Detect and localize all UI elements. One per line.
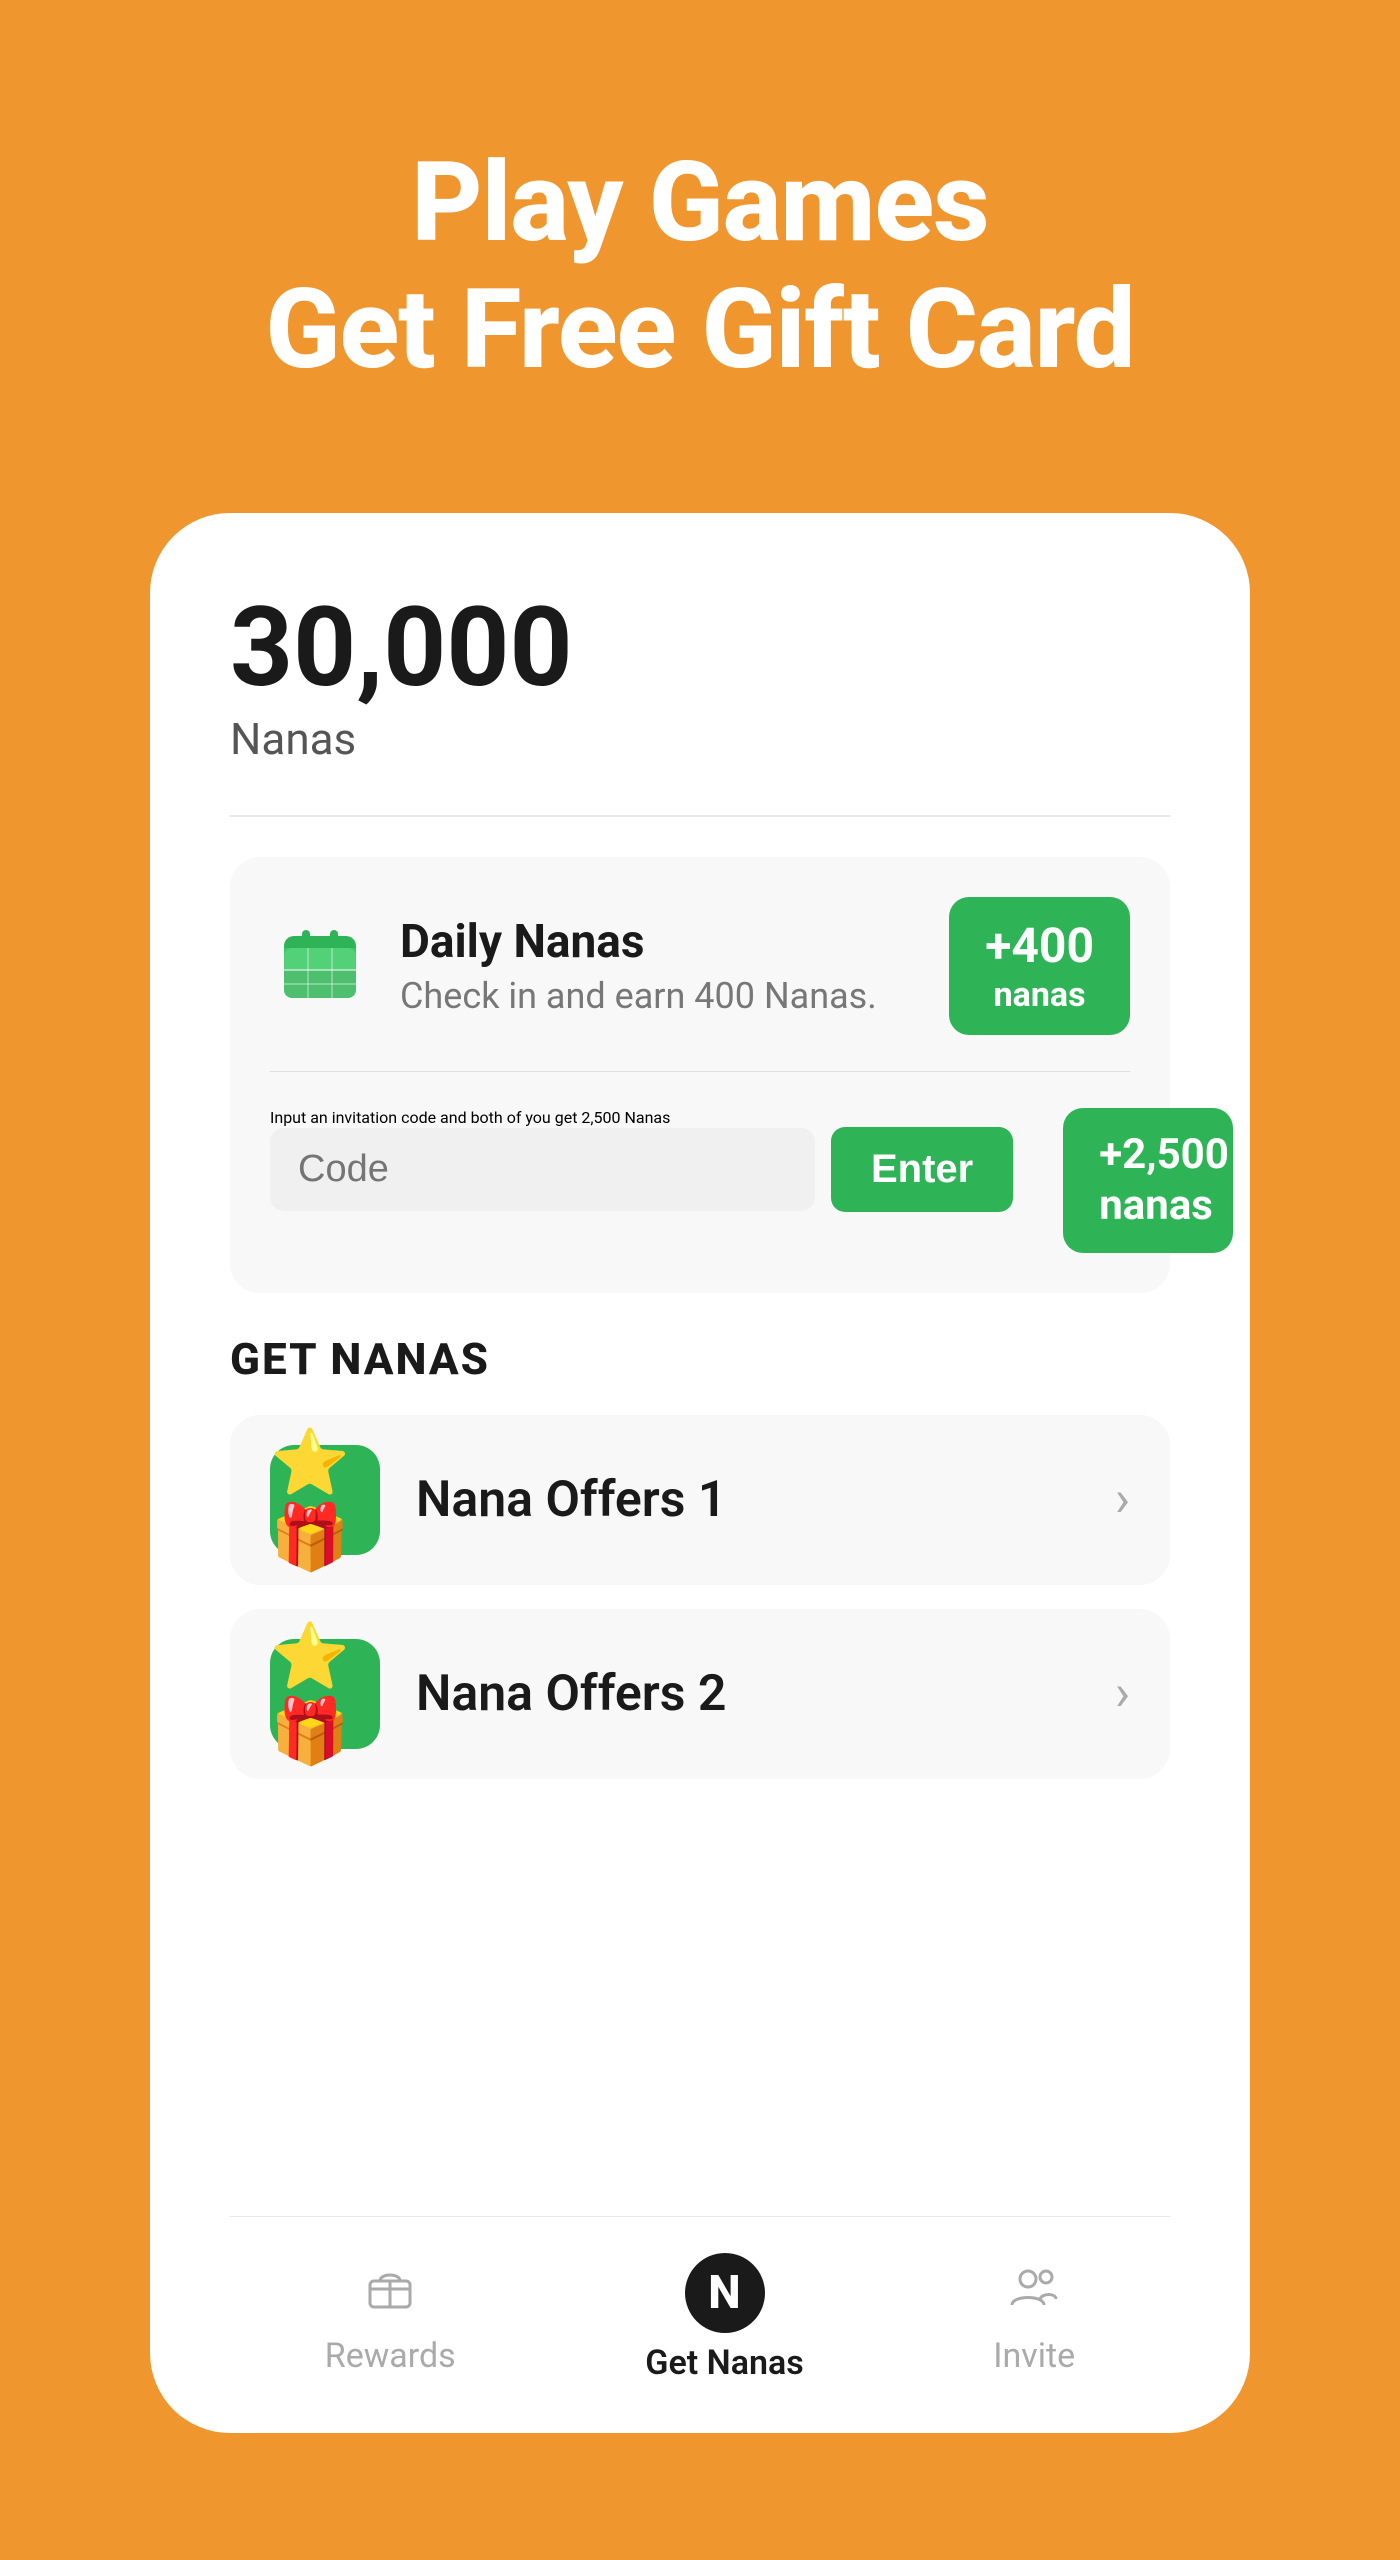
get-nanas-header: GET NANAS [230,1333,1170,1385]
invite-icon [1008,2261,1060,2326]
invite-description: Input an invitation code and both of you… [270,1108,1013,1127]
invite-nanas-button[interactable]: +2,500 nanas [1063,1108,1233,1253]
offer-item-1[interactable]: ⭐🎁 Nana Offers 1 › [230,1415,1170,1585]
daily-nanas-row: Daily Nanas Check in and earn 400 Nanas.… [270,897,1130,1035]
get-nanas-label: Get Nanas [645,2343,803,2383]
chevron-icon-2: › [1115,1665,1130,1723]
get-nanas-icon: N [685,2253,765,2333]
calendar-icon [270,916,370,1016]
rewards-icon [364,2261,416,2326]
rewards-label: Rewards [325,2336,456,2376]
daily-nanas-left: Daily Nanas Check in and earn 400 Nanas. [270,915,877,1017]
daily-nanas-button[interactable]: +400 nanas [949,897,1130,1035]
invite-left: Input an invitation code and both of you… [270,1108,1013,1212]
inner-divider [270,1071,1130,1072]
daily-text-block: Daily Nanas Check in and earn 400 Nanas. [400,915,877,1017]
phone-card: 30,000 Nanas [150,513,1250,2433]
rewards-section: Daily Nanas Check in and earn 400 Nanas.… [230,857,1170,1293]
nav-rewards[interactable]: Rewards [325,2261,456,2376]
enter-button[interactable]: Enter [831,1127,1013,1212]
hero-title: Play Games Get Free Gift Card [266,140,1135,393]
bottom-nav: Rewards N Get Nanas Invite [230,2216,1170,2433]
nav-get-nanas[interactable]: N Get Nanas [645,2253,803,2383]
daily-nanas-title: Daily Nanas [400,915,877,969]
daily-nanas-subtitle: Check in and earn 400 Nanas. [400,975,877,1017]
offer-name-1: Nana Offers 1 [416,1471,1115,1529]
invite-label: Invite [993,2336,1075,2376]
spacer [230,1803,1170,2216]
invite-combined-row: Input an invitation code and both of you… [270,1108,1130,1253]
chevron-icon-1: › [1115,1471,1130,1529]
offer-icon-1: ⭐🎁 [270,1445,380,1555]
code-input-wrap: Enter [270,1127,1013,1212]
offer-name-2: Nana Offers 2 [416,1665,1115,1723]
divider [230,815,1170,817]
offer-item-2[interactable]: ⭐🎁 Nana Offers 2 › [230,1609,1170,1779]
code-input[interactable] [270,1128,815,1211]
nav-invite[interactable]: Invite [993,2261,1075,2376]
nanas-count: 30,000 [230,593,1170,703]
offer-icon-2: ⭐🎁 [270,1639,380,1749]
nanas-label: Nanas [230,713,1170,765]
